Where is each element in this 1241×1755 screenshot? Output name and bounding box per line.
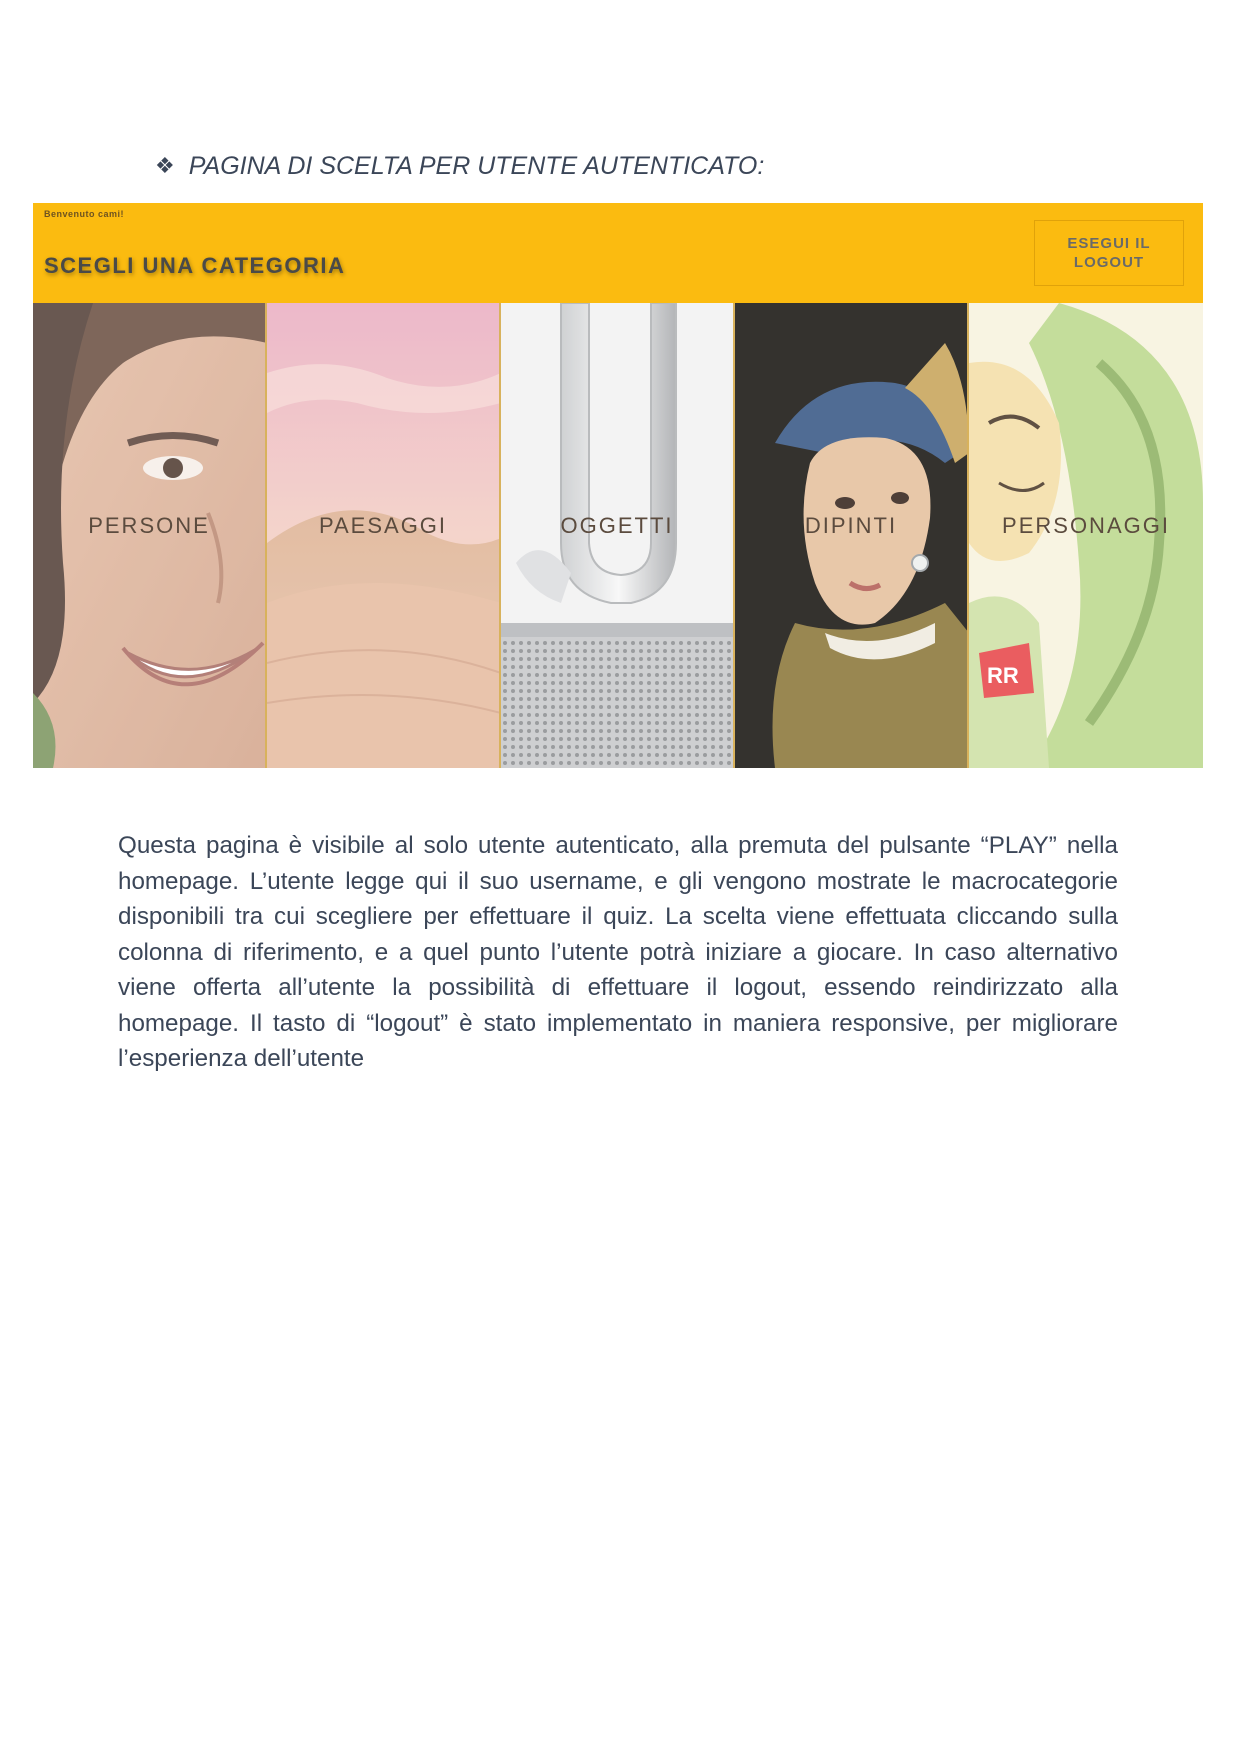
- description-paragraph: Questa pagina è visibile al solo utente …: [118, 832, 1118, 1072]
- header-bar: Benvenuto cami! SCEGLI UNA CATEGORIA ESE…: [33, 203, 1203, 303]
- logout-button-label: ESEGUI IL LOGOUT: [1067, 235, 1151, 271]
- section-heading-text: PAGINA DI SCELTA PER UTENTE AUTENTICATO:: [188, 151, 765, 180]
- welcome-message: Benvenuto cami!: [44, 209, 125, 219]
- section-heading: ❖ PAGINA DI SCELTA PER UTENTE AUTENTICAT…: [155, 148, 764, 184]
- category-label: PERSONE: [88, 513, 210, 538]
- category-column-personaggi[interactable]: RR PERSONAGGI: [969, 303, 1203, 768]
- category-column-oggetti[interactable]: OGGETTI: [501, 303, 735, 768]
- category-column-persone[interactable]: PERSONE: [33, 303, 267, 768]
- category-column-paesaggi[interactable]: PAESAGGI: [267, 303, 501, 768]
- category-label: OGGETTI: [560, 513, 674, 538]
- category-columns: PERSONE PAESAGGI OGGETTI DIPINTI RR PERS…: [33, 303, 1203, 768]
- category-label: PERSONAGGI: [1002, 513, 1170, 538]
- logout-button[interactable]: ESEGUI IL LOGOUT: [1034, 220, 1184, 286]
- category-label: PAESAGGI: [318, 513, 448, 538]
- category-column-dipinti[interactable]: DIPINTI: [735, 303, 969, 768]
- page-title: SCEGLI UNA CATEGORIA: [44, 253, 346, 278]
- category-label: DIPINTI: [804, 513, 898, 538]
- diamond-bullet-icon: ❖: [155, 153, 175, 178]
- embedded-screenshot: Benvenuto cami! SCEGLI UNA CATEGORIA ESE…: [33, 203, 1203, 768]
